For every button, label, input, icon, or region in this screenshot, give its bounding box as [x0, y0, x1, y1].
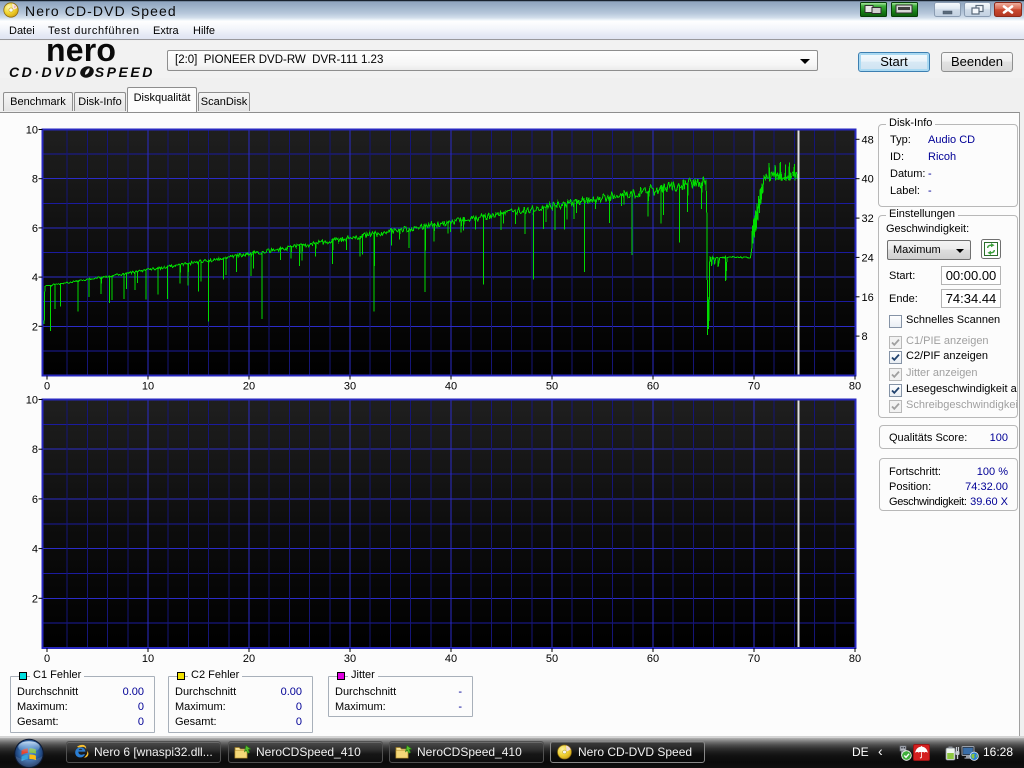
svg-text:10: 10: [142, 653, 154, 665]
svg-text:2: 2: [32, 321, 38, 333]
svg-text:6: 6: [32, 494, 38, 506]
svg-text:30: 30: [344, 653, 356, 665]
svg-text:30: 30: [344, 381, 356, 393]
svg-text:40: 40: [445, 653, 457, 665]
svg-text:0: 0: [44, 381, 50, 393]
svg-text:24: 24: [862, 252, 874, 264]
svg-text:48: 48: [862, 134, 874, 146]
svg-text:0: 0: [44, 653, 50, 665]
svg-text:60: 60: [647, 381, 659, 393]
svg-text:70: 70: [748, 381, 760, 393]
svg-text:16: 16: [862, 292, 874, 304]
svg-text:2: 2: [32, 593, 38, 605]
svg-text:40: 40: [862, 174, 874, 186]
svg-text:32: 32: [862, 213, 874, 225]
svg-text:8: 8: [32, 174, 38, 186]
svg-text:8: 8: [32, 444, 38, 456]
svg-text:10: 10: [26, 125, 38, 137]
svg-text:80: 80: [849, 653, 861, 665]
svg-text:6: 6: [32, 223, 38, 235]
svg-text:20: 20: [243, 653, 255, 665]
svg-text:70: 70: [748, 653, 760, 665]
svg-text:8: 8: [862, 331, 868, 343]
svg-text:80: 80: [849, 381, 861, 393]
svg-text:60: 60: [647, 653, 659, 665]
svg-text:4: 4: [32, 544, 38, 556]
svg-text:50: 50: [546, 381, 558, 393]
svg-text:10: 10: [142, 381, 154, 393]
svg-text:10: 10: [26, 395, 38, 407]
svg-text:4: 4: [32, 272, 38, 284]
svg-text:20: 20: [243, 381, 255, 393]
svg-text:50: 50: [546, 653, 558, 665]
svg-text:40: 40: [445, 381, 457, 393]
